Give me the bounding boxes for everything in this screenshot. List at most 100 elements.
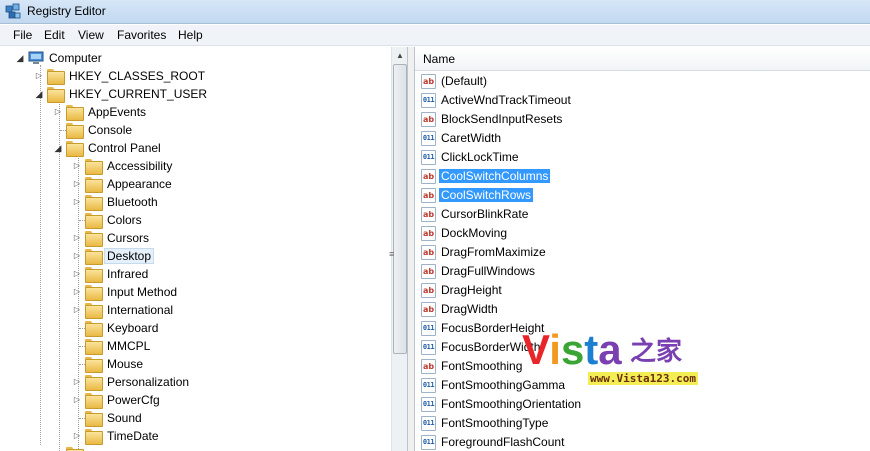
tree-item-computer[interactable]: ◢ Computer bbox=[0, 49, 392, 67]
value-row[interactable]: ab DragWidth bbox=[415, 300, 870, 319]
tree-item-control-panel[interactable]: ◢ Control Panel bbox=[0, 139, 392, 157]
tree-item-infrared[interactable]: ▷ Infrared bbox=[0, 265, 392, 283]
scroll-up-arrow-icon[interactable]: ▲ bbox=[392, 47, 407, 64]
value-row[interactable]: 011 FocusBorderWidth bbox=[415, 338, 870, 357]
value-row[interactable]: 011 FocusBorderHeight bbox=[415, 319, 870, 338]
tree-item-mouse[interactable]: Mouse bbox=[0, 355, 392, 373]
values-list-pane[interactable]: Name ab (Default) 011 ActiveWndTrackTimeout… bbox=[414, 47, 870, 451]
folder-icon bbox=[85, 357, 103, 373]
tree-item-international[interactable]: ▷ International bbox=[0, 301, 392, 319]
value-row[interactable]: 011 FontSmoothingType bbox=[415, 414, 870, 433]
string-value-icon: ab bbox=[421, 283, 436, 298]
value-row[interactable]: ab DragHeight bbox=[415, 281, 870, 300]
tree-label-colors: Colors bbox=[107, 213, 142, 227]
value-name: ForegroundFlashCount bbox=[441, 435, 565, 449]
tree-label-infrared: Infrared bbox=[107, 267, 149, 281]
tree-item-sound[interactable]: Sound bbox=[0, 409, 392, 427]
value-row[interactable]: 011 FontSmoothingOrientation bbox=[415, 395, 870, 414]
value-name: (Default) bbox=[441, 74, 488, 88]
menu-edit[interactable]: Edit bbox=[42, 28, 67, 42]
expand-arrow-icon[interactable]: ▷ bbox=[72, 178, 82, 190]
folder-icon bbox=[85, 303, 103, 319]
tree-label-hkcr: HKEY_CLASSES_ROOT bbox=[69, 69, 206, 83]
tree-item-bluetooth[interactable]: ▷ Bluetooth bbox=[0, 193, 392, 211]
tree-item-keyboard[interactable]: Keyboard bbox=[0, 319, 392, 337]
key-tree-pane[interactable]: ◢ Computer ▷ HKEY_CLASSES_ROOT ◢ HKEY_CU… bbox=[0, 47, 408, 451]
value-row[interactable]: 011 ForegroundFlashCount bbox=[415, 433, 870, 451]
value-name: CoolSwitchColumns bbox=[439, 169, 551, 183]
tree-item-personalization[interactable]: ▷ Personalization bbox=[0, 373, 392, 391]
column-header-name[interactable]: Name bbox=[415, 47, 870, 71]
tree-item-hkey-classes-root[interactable]: ▷ HKEY_CLASSES_ROOT bbox=[0, 67, 392, 85]
value-row[interactable]: ab BlockSendInputResets bbox=[415, 110, 870, 129]
string-value-icon: ab bbox=[421, 188, 436, 203]
tree-item-console[interactable]: Console bbox=[0, 121, 392, 139]
tree-label-control-panel: Control Panel bbox=[88, 141, 161, 155]
tree-item-timedate[interactable]: ▷ TimeDate bbox=[0, 427, 392, 445]
value-row[interactable]: ab DockMoving bbox=[415, 224, 870, 243]
tree-label-input-method: Input Method bbox=[107, 285, 178, 299]
value-name: FontSmoothingGamma bbox=[441, 378, 566, 392]
value-row[interactable]: ab CoolSwitchRows bbox=[415, 186, 870, 205]
string-value-icon: ab bbox=[421, 359, 436, 374]
value-name: ClickLockTime bbox=[441, 150, 519, 164]
expand-arrow-icon[interactable]: ▷ bbox=[72, 268, 82, 280]
value-name: CursorBlinkRate bbox=[441, 207, 529, 221]
collapse-arrow-icon[interactable]: ◢ bbox=[34, 88, 44, 100]
binary-value-icon: 011 bbox=[421, 131, 436, 146]
menu-favorites[interactable]: Favorites bbox=[115, 28, 168, 42]
expand-arrow-icon[interactable]: ▷ bbox=[72, 430, 82, 442]
collapse-arrow-icon[interactable]: ◢ bbox=[53, 142, 63, 154]
binary-value-icon: 011 bbox=[421, 397, 436, 412]
value-row[interactable]: ab DragFromMaximize bbox=[415, 243, 870, 262]
value-row[interactable]: 011 ActiveWndTrackTimeout bbox=[415, 91, 870, 110]
expand-arrow-icon[interactable]: ▷ bbox=[53, 106, 63, 118]
tree-item-cursors[interactable]: ▷ Cursors bbox=[0, 229, 392, 247]
tree-item-input-method[interactable]: ▷ Input Method bbox=[0, 283, 392, 301]
value-row[interactable]: ab CursorBlinkRate bbox=[415, 205, 870, 224]
value-row[interactable]: 011 CaretWidth bbox=[415, 129, 870, 148]
tree-item-hkey-current-user[interactable]: ◢ HKEY_CURRENT_USER bbox=[0, 85, 392, 103]
value-row[interactable]: 011 ClickLockTime bbox=[415, 148, 870, 167]
tree-label-timedate: TimeDate bbox=[107, 429, 159, 443]
tree-item-appearance[interactable]: ▷ Appearance bbox=[0, 175, 392, 193]
menu-file[interactable]: File bbox=[11, 28, 34, 42]
expand-arrow-icon[interactable]: ▷ bbox=[72, 250, 82, 262]
expand-arrow-icon[interactable]: ▷ bbox=[72, 376, 82, 388]
expand-arrow-icon[interactable]: ▷ bbox=[72, 196, 82, 208]
expand-arrow-icon[interactable]: ▷ bbox=[72, 160, 82, 172]
value-row[interactable]: ab (Default) bbox=[415, 72, 870, 91]
tree-label-personalization: Personalization bbox=[107, 375, 190, 389]
tree-item-desktop[interactable]: ▷ Desktop bbox=[0, 247, 392, 265]
scrollbar-thumb[interactable] bbox=[393, 64, 407, 354]
value-name: DragWidth bbox=[441, 302, 498, 316]
value-name: FocusBorderHeight bbox=[441, 321, 545, 335]
tree-item-appevents[interactable]: ▷ AppEvents bbox=[0, 103, 392, 121]
value-row[interactable]: ab CoolSwitchColumns bbox=[415, 167, 870, 186]
expand-arrow-icon[interactable]: ▷ bbox=[34, 70, 44, 82]
string-value-icon: ab bbox=[421, 74, 436, 89]
computer-icon bbox=[28, 51, 44, 64]
value-row[interactable]: ab DragFullWindows bbox=[415, 262, 870, 281]
tree-item-powercfg[interactable]: ▷ PowerCfg bbox=[0, 391, 392, 409]
expand-arrow-icon[interactable]: ▷ bbox=[72, 304, 82, 316]
folder-icon bbox=[85, 267, 103, 283]
value-name: CaretWidth bbox=[441, 131, 502, 145]
expand-arrow-icon[interactable]: ▷ bbox=[72, 286, 82, 298]
tree-item-colors[interactable]: Colors bbox=[0, 211, 392, 229]
collapse-arrow-icon[interactable]: ◢ bbox=[15, 52, 25, 64]
tree-item-accessibility[interactable]: ▷ Accessibility bbox=[0, 157, 392, 175]
tree-label-powercfg: PowerCfg bbox=[107, 393, 160, 407]
tree-item-mmcpl[interactable]: MMCPL bbox=[0, 337, 392, 355]
tree-label-computer: Computer bbox=[49, 51, 102, 65]
menu-help[interactable]: Help bbox=[176, 28, 205, 42]
value-row[interactable]: 011 FontSmoothingGamma bbox=[415, 376, 870, 395]
tree-item-partial[interactable] bbox=[0, 445, 392, 451]
string-value-icon: ab bbox=[421, 112, 436, 127]
menu-view[interactable]: View bbox=[76, 28, 106, 42]
expand-arrow-icon[interactable]: ▷ bbox=[72, 232, 82, 244]
value-row[interactable]: ab FontSmoothing bbox=[415, 357, 870, 376]
value-name: DragFullWindows bbox=[441, 264, 536, 278]
expand-arrow-icon[interactable]: ▷ bbox=[72, 394, 82, 406]
folder-icon bbox=[85, 213, 103, 229]
